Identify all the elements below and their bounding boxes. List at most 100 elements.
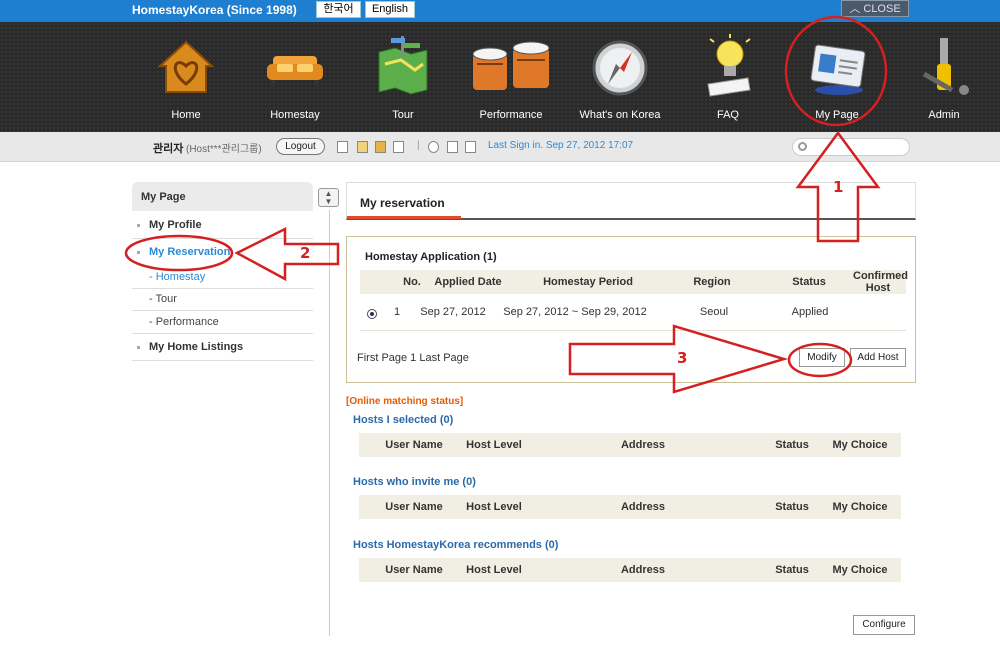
id-card-icon xyxy=(810,44,866,95)
nav-label-admin: Admin xyxy=(928,109,960,121)
column-header: Host Level xyxy=(466,564,522,576)
column-header: Status xyxy=(775,564,809,576)
sidebar-subitem-homestay[interactable]: - Homestay xyxy=(132,271,313,283)
matching-status-title: [Online matching status] xyxy=(346,396,464,407)
table-header: User Name Host Level Address Status My C… xyxy=(359,495,901,519)
compass-icon xyxy=(592,40,648,96)
tools-icon xyxy=(922,38,969,95)
top-bar: HomestayKorea (Since 1998) 한국어 English ︿… xyxy=(0,0,1000,22)
english-language-button[interactable]: English xyxy=(365,1,415,18)
column-header: My Choice xyxy=(832,439,888,451)
nav-label-homestay: Homestay xyxy=(270,109,320,121)
divider xyxy=(132,288,313,289)
column-header: Applied Date xyxy=(434,276,502,288)
close-button[interactable]: ︿ CLOSE xyxy=(841,0,909,17)
table-header: User Name Host Level Address Status My C… xyxy=(359,558,901,582)
column-header: Status xyxy=(775,501,809,513)
nav-home[interactable]: Home xyxy=(136,22,236,132)
lightbulb-icon xyxy=(707,34,751,97)
nav-label-tour: Tour xyxy=(392,109,414,121)
vertical-divider xyxy=(329,210,330,636)
close-label: CLOSE xyxy=(863,3,901,15)
divider xyxy=(132,360,313,361)
tab-bar: My reservation xyxy=(346,182,916,220)
annotation-number-3: 3 xyxy=(677,349,688,367)
add-host-button[interactable]: Add Host xyxy=(850,348,906,367)
row-region: Seoul xyxy=(699,306,729,318)
homestay-application-panel: Homestay Application (1) No. Applied Dat… xyxy=(346,236,916,383)
modify-button[interactable]: Modify xyxy=(799,348,845,367)
nav-tour[interactable]: Tour xyxy=(353,22,453,132)
column-header: Host Level xyxy=(466,439,522,451)
main-navigation: Home Homestay Tour Performance What's on… xyxy=(0,22,1000,132)
nav-my-page[interactable]: My Page xyxy=(787,22,887,132)
nav-admin[interactable]: Admin xyxy=(894,22,994,132)
folder-icon[interactable] xyxy=(375,141,386,153)
table-header: User Name Host Level Address Status My C… xyxy=(359,433,901,457)
divider xyxy=(132,310,313,311)
nav-homestay[interactable]: Homestay xyxy=(245,22,345,132)
sofa-icon xyxy=(267,56,323,86)
settings-icon[interactable] xyxy=(428,141,439,153)
column-header: My Choice xyxy=(832,564,888,576)
row-applied-date: Sep 27, 2012 xyxy=(420,306,486,318)
column-header: Address xyxy=(620,501,666,513)
column-header: Status xyxy=(792,276,826,288)
nav-label-faq: FAQ xyxy=(716,109,739,121)
column-header: Region xyxy=(693,276,731,288)
column-header: Homestay Period xyxy=(543,276,633,288)
divider xyxy=(360,330,906,331)
sidebar-item-my-profile[interactable]: My Profile xyxy=(132,219,313,231)
image-icon[interactable] xyxy=(465,141,476,153)
nav-label-whats-on: What's on Korea xyxy=(579,109,661,121)
user-bar: 관리자 (Host***관리그룹) Logout | Last Sign in.… xyxy=(0,132,1000,162)
column-header: Status xyxy=(775,439,809,451)
sidebar-subitem-performance[interactable]: - Performance xyxy=(132,316,313,328)
section-title-hosts-recommended: Hosts HomestayKorea recommends (0) xyxy=(353,539,559,551)
profile-card-icon[interactable] xyxy=(337,141,348,153)
pagination[interactable]: First Page 1 Last Page xyxy=(357,352,469,364)
row-number: 1 xyxy=(393,306,401,318)
section-title-hosts-selected: Hosts I selected (0) xyxy=(353,414,454,426)
row-period: Sep 27, 2012 ~ Sep 29, 2012 xyxy=(503,306,647,318)
brand-title: HomestayKorea (Since 1998) xyxy=(132,3,297,17)
user-group: (Host***관리그룹) xyxy=(186,144,262,155)
sidebar-toggle-button[interactable]: ▲ ▼ xyxy=(318,188,339,207)
column-header: My Choice xyxy=(832,501,888,513)
row-status: Applied xyxy=(791,306,829,318)
separator: | xyxy=(417,140,420,151)
sidebar-item-my-reservation[interactable]: My Reservation xyxy=(132,246,313,258)
user-name: 관리자 xyxy=(153,143,184,155)
notebook-icon[interactable] xyxy=(357,141,368,153)
search-input[interactable] xyxy=(792,138,910,156)
drums-icon xyxy=(472,41,550,90)
sidebar-subitem-tour[interactable]: - Tour xyxy=(132,293,313,305)
column-header: User Name xyxy=(385,501,443,513)
map-icon xyxy=(378,36,428,95)
document-icon[interactable] xyxy=(393,141,404,153)
nav-performance[interactable]: Performance xyxy=(461,22,561,132)
page-icon[interactable] xyxy=(447,141,458,153)
nav-whats-on-korea[interactable]: What's on Korea xyxy=(570,22,670,132)
nav-label-home: Home xyxy=(171,109,201,121)
house-icon xyxy=(157,40,215,93)
nav-label-my-page: My Page xyxy=(815,109,859,121)
korean-language-button[interactable]: 한국어 xyxy=(316,1,361,18)
application-title: Homestay Application (1) xyxy=(365,251,497,263)
column-header: Address xyxy=(620,564,666,576)
sidebar-item-my-home-listings[interactable]: My Home Listings xyxy=(132,341,313,353)
configure-button[interactable]: Configure xyxy=(853,615,915,635)
last-sign-in: Last Sign in. Sep 27, 2012 17:07 xyxy=(488,140,634,151)
sidebar: My Page My Profile My Reservation - Home… xyxy=(132,182,313,361)
search-icon xyxy=(798,142,807,151)
annotation-number-2: 2 xyxy=(300,244,311,262)
logout-button[interactable]: Logout xyxy=(276,138,325,155)
nav-faq[interactable]: FAQ xyxy=(678,22,778,132)
tab-my-reservation[interactable]: My reservation xyxy=(347,183,461,219)
column-header: Confirmed Host xyxy=(853,270,908,294)
annotation-number-1: 1 xyxy=(833,178,844,196)
nav-label-performance: Performance xyxy=(479,109,543,121)
column-header: User Name xyxy=(385,564,443,576)
row-radio[interactable] xyxy=(367,309,377,319)
sidebar-title: My Page xyxy=(132,182,313,211)
